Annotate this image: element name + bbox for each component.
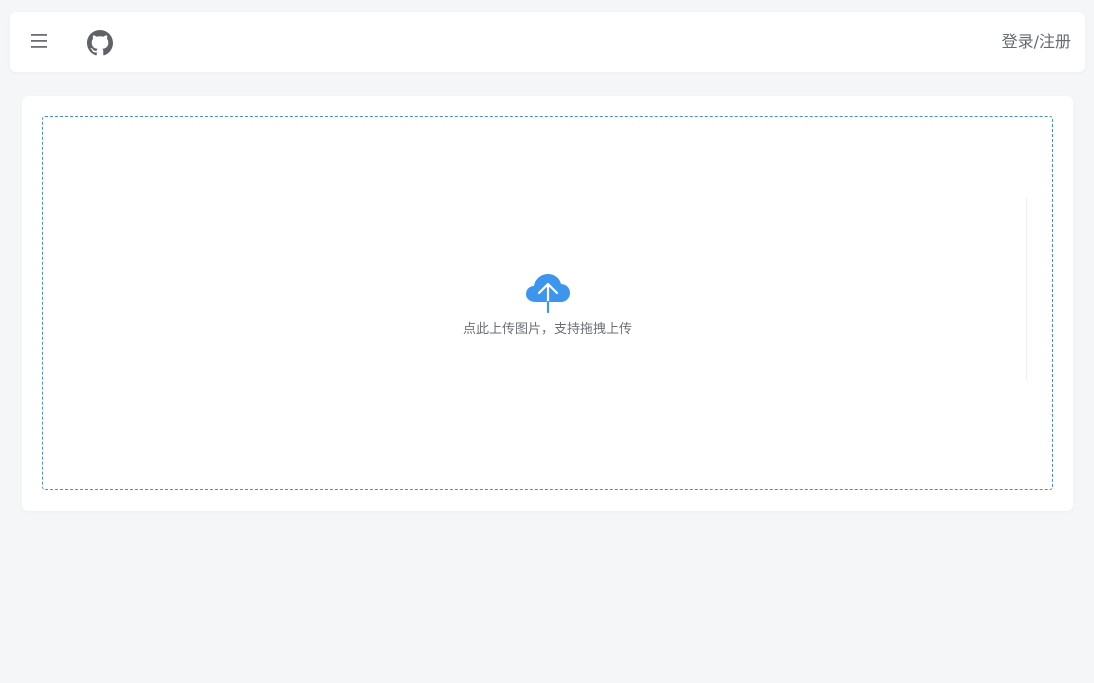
github-icon[interactable] — [87, 30, 113, 56]
upload-card: 点此上传图片，支持拖拽上传 — [22, 96, 1073, 511]
top-navbar: 登录/注册 — [10, 12, 1085, 72]
upload-hint-text: 点此上传图片，支持拖拽上传 — [462, 322, 632, 337]
hamburger-menu-icon[interactable] — [29, 30, 51, 52]
cloud-upload-icon — [524, 272, 572, 316]
login-register-link[interactable]: 登录/注册 — [1002, 32, 1071, 52]
upload-dropzone[interactable]: 点此上传图片，支持拖拽上传 — [42, 116, 1053, 490]
dotted-divider — [1026, 199, 1028, 379]
